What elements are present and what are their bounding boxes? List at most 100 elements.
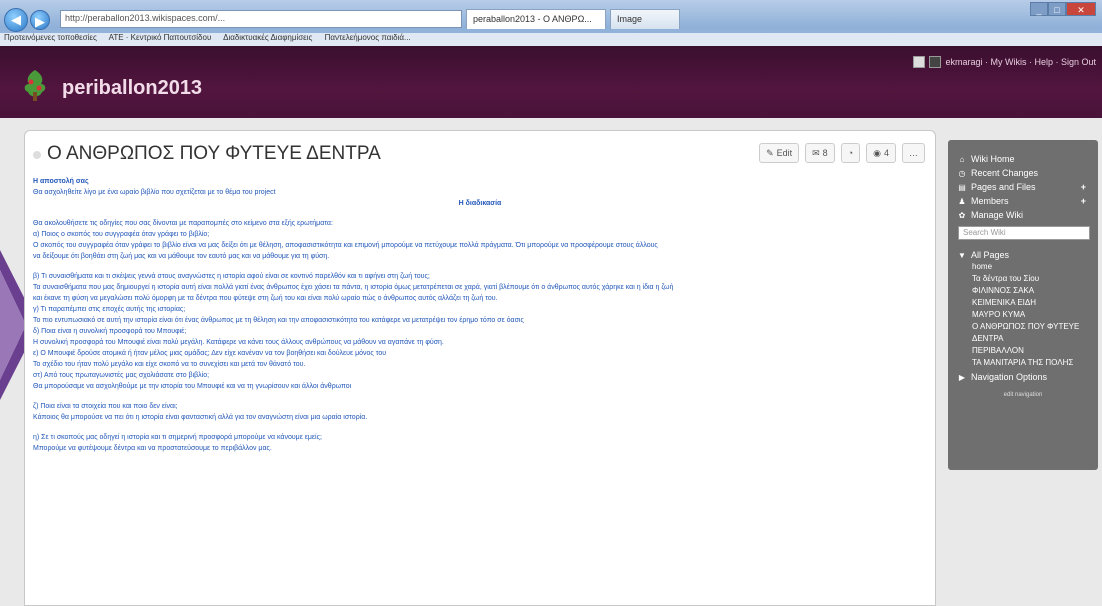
sidebar-item[interactable]: ◷ Recent Changes (958, 166, 1098, 180)
sidebar-page-link[interactable]: ΔΕΝΤΡΑ (958, 334, 1098, 346)
all-pages-label: All Pages (971, 250, 1010, 260)
body-paragraph: Τα συναισθήματα που μας δημιουργεί η ιστ… (33, 284, 674, 291)
favorite-link[interactable]: Διαδικτυακές Διαφημίσεις (223, 33, 312, 42)
sidebar-item[interactable]: ♟ Members + (958, 194, 1098, 208)
wiki-logo-icon[interactable] (20, 68, 50, 102)
body-paragraph: η) Σε τι σκοπούς μας οδηγεί η ιστορία κα… (33, 434, 322, 441)
favorite-link[interactable]: Παντελεήμονος παιδιά... (325, 33, 411, 42)
body-paragraph: β) Τι συναισθήματα και τι σκέψεις γεννά … (33, 273, 430, 280)
body-paragraph (33, 424, 927, 432)
comments-button[interactable]: ✉ 8 (805, 143, 835, 163)
sidebar-item-label: Recent Changes (971, 168, 1039, 178)
window-controls: _ □ ✕ (1030, 2, 1096, 16)
body-paragraph: Το πιο εντυπωσιακό σε αυτή την ιστορία ε… (33, 317, 524, 324)
history-button[interactable]: ◔ (840, 143, 861, 163)
sidebar-item[interactable]: ▤ Pages and Files + (958, 180, 1098, 194)
members-icon: ♟ (958, 196, 966, 206)
sidebar-page-link[interactable]: ΜΑΥΡΟ ΚΥΜΑ (958, 310, 1098, 322)
edit-label: Edit (776, 148, 793, 158)
maximize-button[interactable]: □ (1048, 2, 1066, 16)
body-paragraph: α) Ποιος ο σκοπός του συγγραφέα όταν γρά… (33, 231, 210, 238)
body-paragraph: γ) Τι παραπέμπει στις εποχές αυτής της ι… (33, 306, 186, 313)
sidebar-page-link[interactable]: Ο ΑΝΘΡΩΠΟΣ ΠΟΥ ΦΥΤΕΥΕ (958, 322, 1098, 334)
page-title: Ο ΑΝΘΡΩΠΟΣ ΠΟΥ ΦΥΤΕΥΕ ΔΕΝΤΡΑ (47, 143, 381, 164)
home-icon: ⌂ (959, 154, 965, 164)
body-paragraph: Η διαδικασία (458, 200, 502, 207)
sidebar-item[interactable]: ⌂ Wiki Home (958, 152, 1098, 166)
clock-icon: ◷ (958, 168, 966, 178)
sidebar-page-link[interactable]: ΦΙΛΙΝΝΟΣ ΣΑΚΑ (958, 286, 1098, 298)
address-bar[interactable]: http://peraballon2013.wikispaces.com/... (60, 10, 462, 28)
comments-count: 8 (822, 148, 828, 158)
page-toolbar: ✎ Edit ✉ 8 ◔ ◉ 4 … (759, 143, 925, 163)
body-paragraph (33, 393, 927, 401)
body-paragraph (33, 263, 927, 271)
gear-icon: ✿ (958, 210, 966, 220)
expand-plus-icon[interactable]: + (1081, 196, 1086, 206)
favorites-bar: Προτεινόμενες τοποθεσίες ΑΤΕ · Κεντρικό … (0, 33, 1102, 46)
body-paragraph: ζ) Ποια είναι τα στοιχεία που και ποιο δ… (33, 403, 178, 410)
sidebar-page-link[interactable]: home (958, 262, 1098, 274)
wiki-sidebar: ⌂ Wiki Home ◷ Recent Changes ▤ Pages and File… (948, 140, 1098, 470)
comment-icon: ✉ (812, 147, 820, 158)
sidebar-page-link[interactable]: ΤΑ ΜΑΝΙΤΑΡΙΑ ΤΗΣ ΠΟΛΗΣ (958, 358, 1098, 370)
pages-icon: ▤ (958, 182, 966, 192)
body-paragraph: Θα ασχοληθείτε λίγο με ένα ωραίο βιβλίο … (33, 189, 276, 196)
all-pages-toggle[interactable]: ▼ All Pages (958, 248, 1098, 262)
browser-tab-image[interactable]: Image (610, 9, 680, 29)
body-paragraph: Κάποιος θα μπορούσε να πει ότι η ιστορία… (33, 414, 368, 421)
body-paragraph: στ) Από τους πρωταγωνιστές μας σχολιάσατ… (33, 372, 210, 379)
user-links[interactable]: ekmaragi · My Wikis · Help · Sign Out (945, 57, 1096, 67)
favorite-link[interactable]: ΑΤΕ · Κεντρικό Παπουτσίδου (109, 33, 212, 42)
sidebar-item[interactable]: ✿ Manage Wiki (958, 208, 1098, 222)
page-content: Ο ΑΝΘΡΩΠΟΣ ΠΟΥ ΦΥΤΕΥΕ ΔΕΝΤΡΑ ✎ Edit ✉ 8 ◔ … (24, 130, 936, 606)
back-button[interactable]: ◀ (4, 8, 28, 32)
browser-toolbar: ◀ ▶ http://peraballon2013.wikispaces.com… (0, 0, 1102, 46)
sidebar-item-label: Wiki Home (971, 154, 1015, 164)
body-paragraph: ε) Ο Μπουφιέ δρούσε ατομικά ή ήταν μέλος… (33, 350, 387, 357)
sidebar-item-label: Members (971, 196, 1009, 206)
user-bar: ekmaragi · My Wikis · Help · Sign Out (913, 56, 1096, 68)
expand-plus-icon[interactable]: + (1081, 182, 1086, 192)
body-paragraph: Το σχέδιο του ήταν πολύ μεγάλο και είχε … (33, 361, 306, 368)
triangle-right-icon: ▶ (958, 372, 966, 382)
edit-button[interactable]: ✎ Edit (759, 143, 800, 163)
follow-button[interactable]: ◉ 4 (866, 143, 896, 163)
forward-button[interactable]: ▶ (30, 10, 50, 30)
page-icon (33, 151, 41, 159)
body-paragraph: και έκανε τη φύση να μεγαλώσει πολύ όμορ… (33, 295, 498, 302)
favorite-link[interactable]: Προτεινόμενες τοποθεσίες (4, 33, 97, 42)
navigation-options-label: Navigation Options (971, 372, 1048, 382)
body-paragraph: Η συνολική προσφορά του Μπουφιέ είναι πο… (33, 339, 444, 346)
page-body: Η αποστολή σας Θα ασχοληθείτε λίγο με ένα… (33, 177, 927, 455)
body-paragraph: να δείξουμε ότι βοηθάει στη ζωή μας και … (33, 253, 330, 260)
site-title[interactable]: periballon2013 (62, 77, 202, 100)
sidebar-item-label: Pages and Files (971, 182, 1036, 192)
minimize-button[interactable]: _ (1030, 2, 1048, 16)
browser-tab-wiki[interactable]: peraballon2013 - Ο ΑΝΘΡΩ... (466, 9, 606, 29)
body-paragraph: δ) Ποια είναι η συνολική προσφορά του Μπ… (33, 328, 187, 335)
notification-icon[interactable] (913, 56, 926, 68)
search-input[interactable]: Search Wiki (958, 226, 1090, 240)
rss-icon: ◉ (873, 147, 881, 158)
body-paragraph: Θα μπορούσαμε να ασχοληθούμε με την ιστο… (33, 383, 352, 390)
navigation-options-toggle[interactable]: ▶ Navigation Options (958, 370, 1098, 384)
body-paragraph: Θα ακολουθήσετε τις οδηγίες που σας δίνο… (33, 220, 333, 227)
body-paragraph (33, 210, 927, 218)
follow-count: 4 (883, 148, 889, 158)
sidebar-page-link[interactable]: ΚΕΙΜΕΝΙΚΑ ΕΙΔΗ (958, 298, 1098, 310)
more-button[interactable]: … (902, 143, 925, 163)
sidebar-page-link[interactable]: Τα δέντρα του Σίου (958, 274, 1098, 286)
close-button[interactable]: ✕ (1066, 2, 1096, 16)
body-paragraph: Μπορούμε να φυτέψουμε δέντρα και να προσ… (33, 445, 272, 452)
edit-navigation-link[interactable]: edit navigation (948, 392, 1098, 398)
history-icon: ◔ (847, 148, 854, 158)
sidebar-page-link[interactable]: ΠΕΡΙΒΑΛΛΟΝ (958, 346, 1098, 358)
triangle-down-icon: ▼ (958, 250, 966, 260)
site-header: periballon2013 ekmaragi · My Wikis · Hel… (0, 46, 1102, 118)
sidebar-item-label: Manage Wiki (971, 210, 1024, 220)
pencil-icon: ✎ (766, 147, 774, 158)
body-paragraph: Ο σκοπός του συγγραφέα όταν γράφει το βι… (33, 242, 658, 249)
body-paragraph: Η αποστολή σας (33, 178, 89, 185)
mail-icon[interactable] (929, 56, 942, 68)
